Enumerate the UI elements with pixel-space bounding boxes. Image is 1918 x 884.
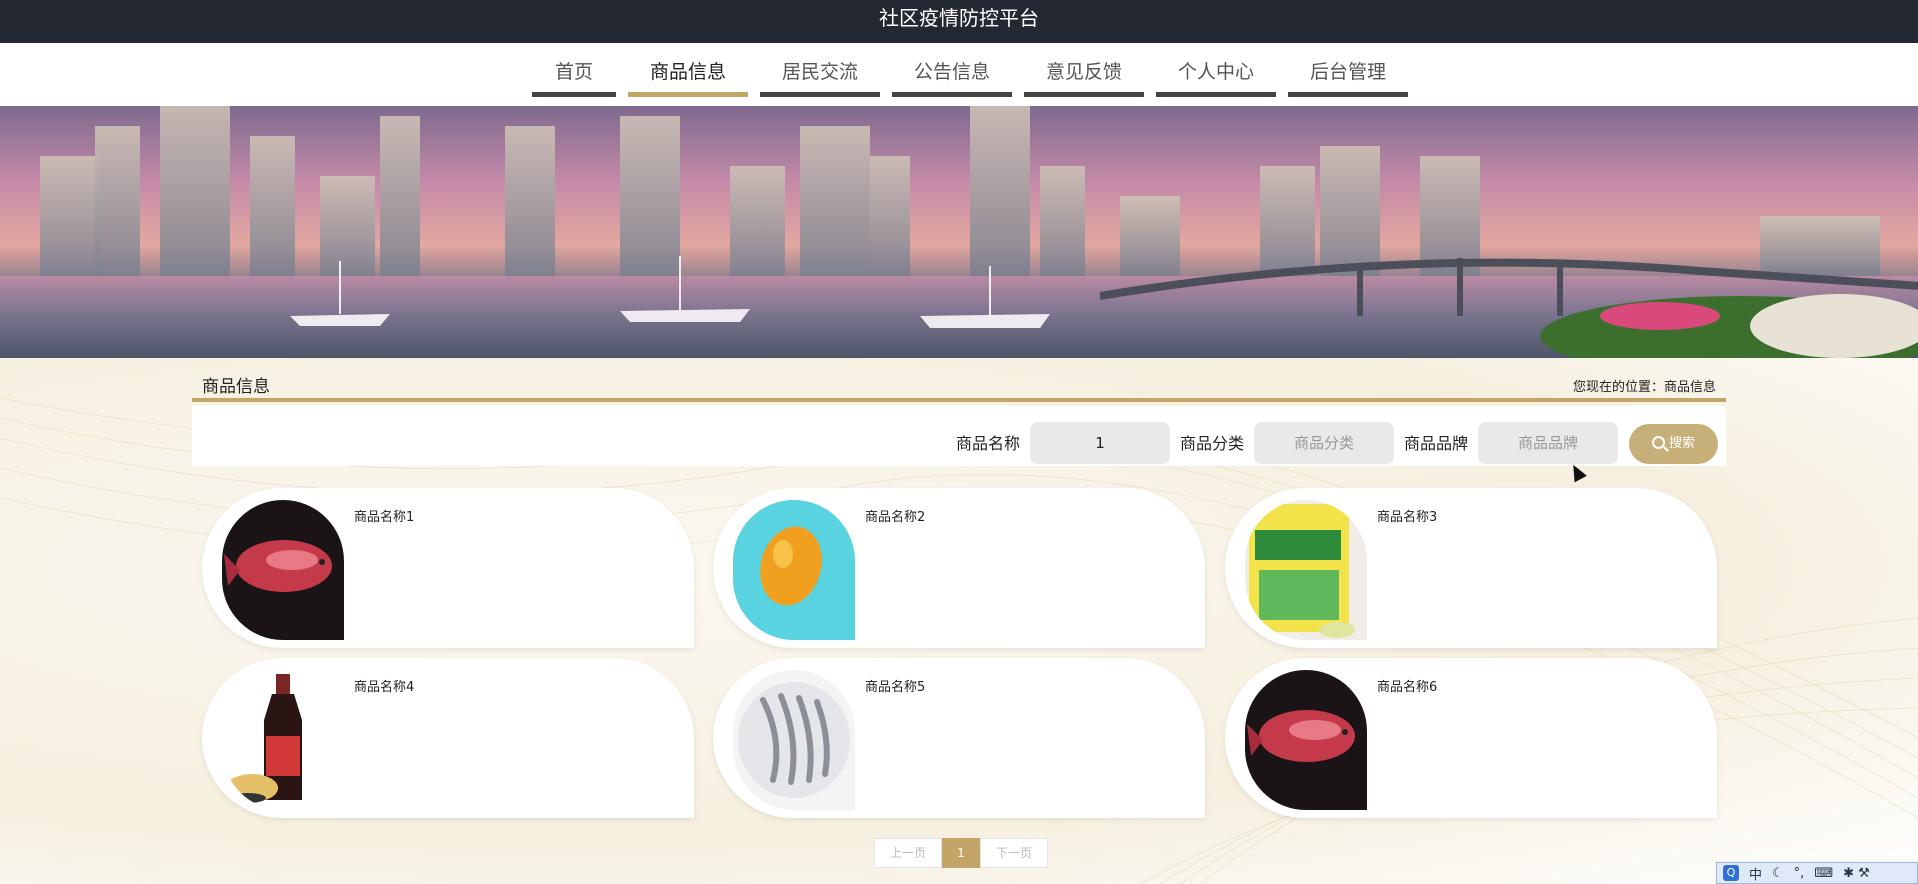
product-brand-input[interactable]: [1478, 422, 1618, 464]
top-bar: 社区疫情防控平台: [0, 0, 1918, 43]
red-arowana-fish-icon: [1245, 670, 1367, 810]
product-brand-label: 商品品牌: [1404, 434, 1469, 453]
product-card[interactable]: 商品名称1: [202, 488, 694, 648]
product-name-input[interactable]: [1030, 422, 1170, 464]
ime-keyboard-icon[interactable]: ⌨: [1814, 866, 1833, 881]
ime-punctuation-icon[interactable]: °,: [1794, 866, 1805, 881]
product-thumbnail: [1245, 670, 1367, 810]
product-name: 商品名称4: [354, 680, 415, 695]
nav-item-feedback[interactable]: 意见反馈: [1024, 43, 1144, 97]
product-thumbnail: [1245, 500, 1367, 640]
product-card[interactable]: 商品名称3: [1225, 488, 1717, 648]
search-icon: [1651, 436, 1665, 449]
site-title: 社区疫情防控平台: [879, 6, 1039, 30]
current-page-button[interactable]: 1: [942, 838, 980, 868]
search-button[interactable]: 搜索: [1629, 424, 1718, 464]
product-thumbnail: [733, 500, 855, 640]
section-title: 商品信息: [202, 377, 270, 397]
nav-item-products[interactable]: 商品信息: [628, 43, 748, 97]
nav-item-announcements[interactable]: 公告信息: [892, 43, 1012, 97]
product-thumbnail: [222, 670, 344, 810]
product-card[interactable]: 商品名称4: [202, 658, 694, 818]
prev-page-button[interactable]: 上一页: [874, 838, 942, 868]
product-thumbnail: [222, 500, 344, 640]
breadcrumb: 您现在的位置：商品信息: [1572, 380, 1716, 395]
product-card[interactable]: 商品名称2: [713, 488, 1205, 648]
city-banner: [0, 106, 1918, 358]
product-name: 商品名称6: [1377, 680, 1438, 695]
product-category-input[interactable]: [1254, 422, 1394, 464]
product-card[interactable]: 商品名称5: [713, 658, 1205, 818]
pagination: 上一页 1 下一页: [874, 838, 1048, 868]
product-category-label: 商品分类: [1180, 434, 1245, 453]
lemon-icon: [733, 500, 855, 640]
nav-item-admin[interactable]: 后台管理: [1288, 43, 1408, 97]
ime-language-toggle[interactable]: 中: [1749, 864, 1762, 883]
product-name: 商品名称3: [1377, 510, 1438, 525]
section-header: 商品信息 您现在的位置：商品信息: [192, 372, 1726, 402]
product-thumbnail: [733, 670, 855, 810]
shrimp-plate-icon: [733, 670, 855, 810]
product-name: 商品名称5: [865, 680, 926, 695]
soy-sauce-bottle-icon: [222, 670, 344, 810]
main-nav: 首页 商品信息 居民交流 公告信息 意见反馈 个人中心 后台管理: [0, 43, 1918, 106]
next-page-button[interactable]: 下一页: [980, 838, 1048, 868]
product-name: 商品名称2: [865, 510, 926, 525]
ime-tools-icon[interactable]: ✱ ⚒: [1843, 866, 1870, 881]
ime-logo-icon[interactable]: Q: [1723, 865, 1739, 881]
product-name: 商品名称1: [354, 510, 415, 525]
ime-moon-icon[interactable]: ☾: [1772, 866, 1784, 881]
nav-item-profile[interactable]: 个人中心: [1156, 43, 1276, 97]
seasoning-bag-icon: [1245, 500, 1367, 640]
red-arowana-fish-icon: [222, 500, 344, 640]
nav-item-residents-chat[interactable]: 居民交流: [760, 43, 880, 97]
ime-toolbar: Q 中 ☾ °, ⌨ ✱ ⚒: [1716, 862, 1918, 884]
nav-item-home[interactable]: 首页: [532, 43, 616, 97]
product-name-label: 商品名称: [956, 434, 1021, 453]
product-card[interactable]: 商品名称6: [1225, 658, 1717, 818]
search-bar: 商品名称 商品分类 商品品牌 搜索: [192, 406, 1726, 466]
